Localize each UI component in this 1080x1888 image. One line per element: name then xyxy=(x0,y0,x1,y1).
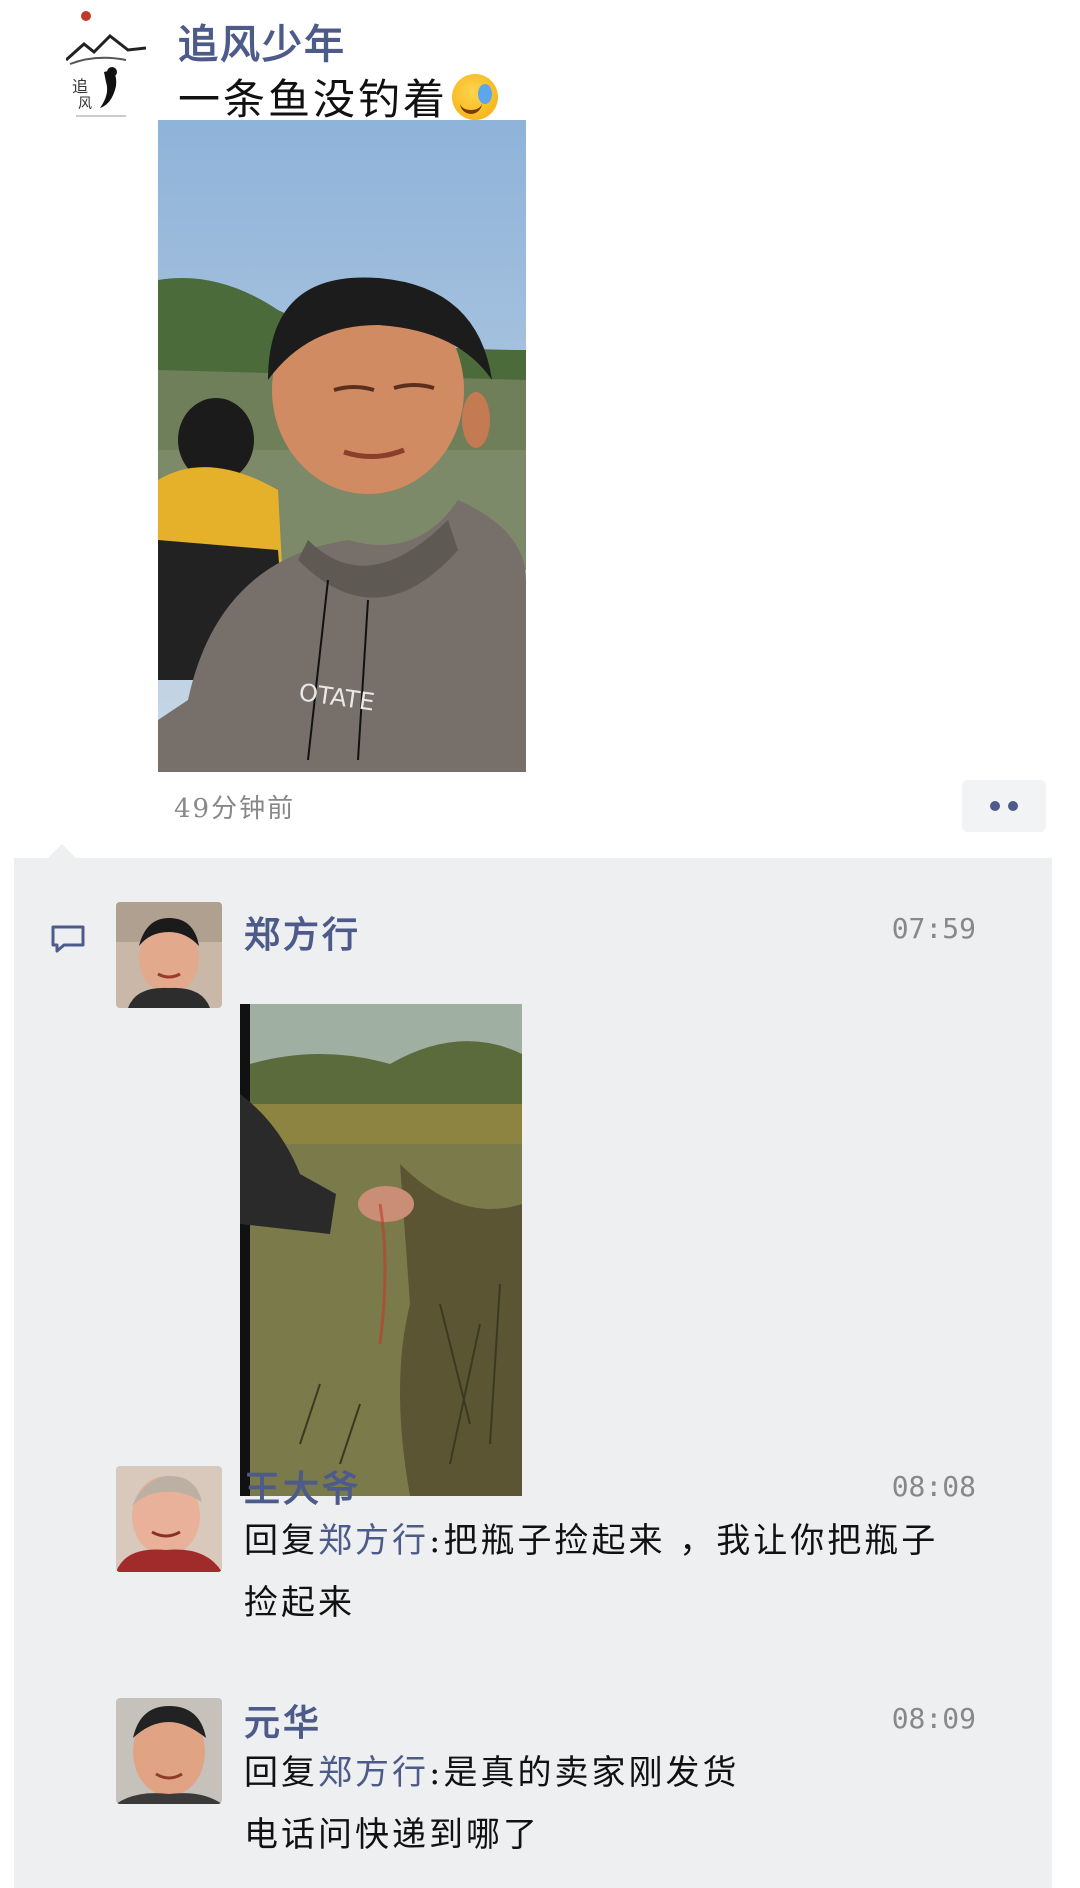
reply-target-name[interactable]: 郑方行 xyxy=(318,1521,429,1561)
more-options-button[interactable] xyxy=(962,780,1046,832)
svg-text:追: 追 xyxy=(72,77,88,96)
post-photo[interactable]: OTATE xyxy=(158,120,526,772)
comment-text-line2: 捡起来 xyxy=(244,1583,355,1623)
comment-photo[interactable] xyxy=(240,1004,522,1496)
comment-time: 07:59 xyxy=(891,912,976,945)
fishing-man-photo: OTATE xyxy=(158,120,526,772)
comment-text-line1: :把瓶子捡起来 ，我让你把瓶子 xyxy=(429,1521,939,1561)
ink-logo-icon: 追 风 xyxy=(65,11,147,117)
commenter-avatar[interactable] xyxy=(116,1698,222,1804)
comment-time: 08:08 xyxy=(891,1470,976,1503)
commenter-avatar[interactable] xyxy=(116,1466,222,1572)
post-text-content: 一条鱼没钓着 xyxy=(178,75,449,124)
commenter-name[interactable]: 王大爷 xyxy=(244,1460,361,1512)
comment-time: 08:09 xyxy=(891,1702,976,1735)
poster-avatar[interactable]: 追 风 xyxy=(65,8,147,120)
reply-prefix: 回复 xyxy=(244,1521,318,1561)
comment-item: 元华 08:09 回复郑方行:是真的卖家刚发货 电话问快递到哪了 xyxy=(14,1698,1052,1888)
comment-text: 回复郑方行:是真的卖家刚发货 电话问快递到哪了 xyxy=(244,1742,1004,1866)
commenter-name[interactable]: 郑方行 xyxy=(244,906,361,958)
avatar-photo xyxy=(116,902,222,1008)
avatar-photo xyxy=(116,1698,222,1804)
post-text: 一条鱼没钓着 xyxy=(178,66,499,127)
moment-post: 追 风 追风少年 一条鱼没钓着 OTATE 49分钟前 xyxy=(0,0,1080,860)
comment-text-line1: :是真的卖家刚发货 xyxy=(429,1753,740,1793)
commenter-name[interactable]: 元华 xyxy=(244,1694,322,1746)
more-dot-icon xyxy=(990,801,1000,811)
more-dot-icon xyxy=(1008,801,1018,811)
avatar-photo xyxy=(116,1466,222,1572)
pond-photo xyxy=(240,1004,522,1496)
poster-name[interactable]: 追风少年 xyxy=(178,12,346,70)
commenter-avatar[interactable] xyxy=(116,902,222,1008)
comments-section: 郑方行 07:59 王大爷 08:08 回复郑方行:把瓶子捡起来 ，我让你把瓶子… xyxy=(14,844,1052,1888)
reply-target-name[interactable]: 郑方行 xyxy=(318,1753,429,1793)
comment-item: 郑方行 07:59 xyxy=(14,902,1052,1522)
comment-text: 回复郑方行:把瓶子捡起来 ，我让你把瓶子 捡起来 xyxy=(244,1510,1004,1634)
svg-text:风: 风 xyxy=(78,96,92,112)
reply-prefix: 回复 xyxy=(244,1753,318,1793)
post-timestamp: 49分钟前 xyxy=(174,794,296,824)
comment-item: 王大爷 08:08 回复郑方行:把瓶子捡起来 ，我让你把瓶子 捡起来 xyxy=(14,1466,1052,1686)
crying-laughing-emoji-icon xyxy=(452,73,499,120)
comment-text-line2: 电话问快递到哪了 xyxy=(244,1815,540,1855)
